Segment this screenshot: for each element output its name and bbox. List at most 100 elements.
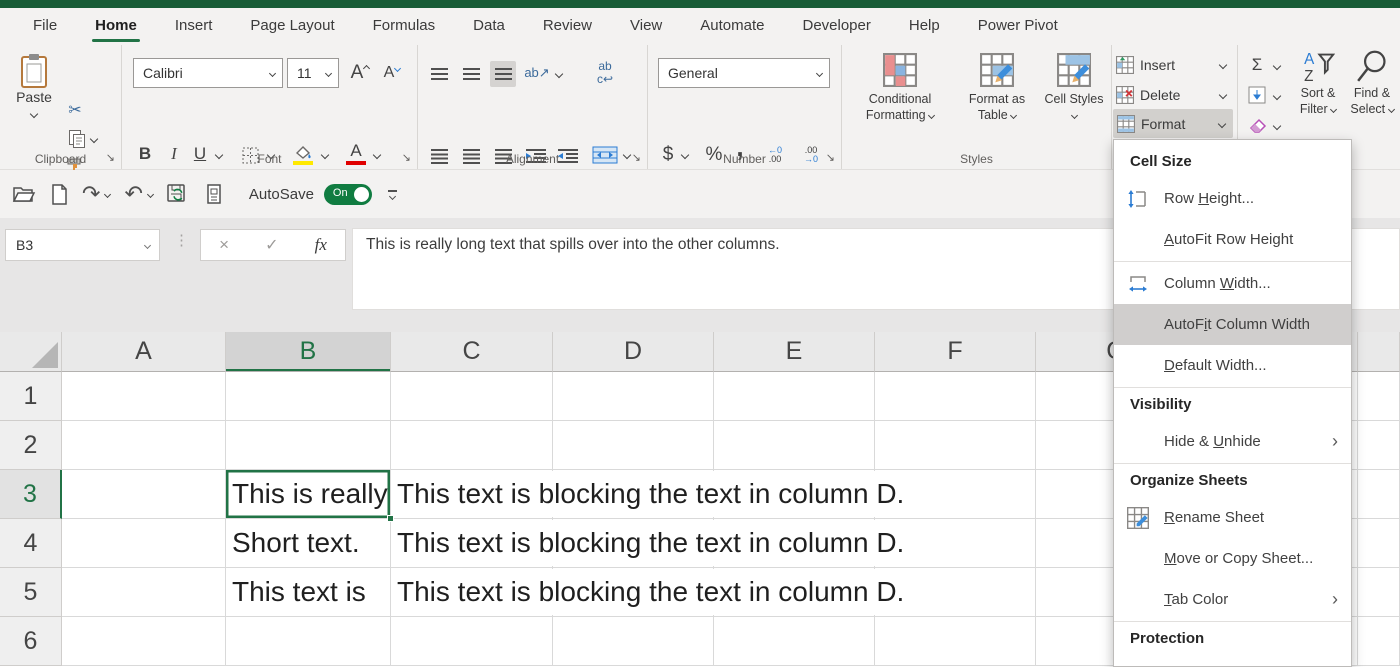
find-select-button[interactable]: Find & Select (1346, 49, 1398, 117)
insert-function-icon[interactable]: fx (315, 235, 327, 255)
cell-C2[interactable] (391, 421, 553, 470)
tab-review[interactable]: Review (524, 8, 611, 45)
column-header-F[interactable]: F (875, 332, 1036, 372)
cell-B5[interactable]: This text is (226, 568, 391, 617)
cell-C5[interactable]: This text is blocking the text in column… (391, 568, 553, 617)
customize-qat-button[interactable] (388, 190, 397, 199)
cell-B4[interactable]: Short text. (226, 519, 391, 568)
menu-item-tab-color[interactable]: Tab Color › (1114, 579, 1351, 620)
cell-B1[interactable] (226, 372, 391, 421)
cell-I3[interactable] (1358, 470, 1400, 519)
cell-A1[interactable] (62, 372, 226, 421)
tab-developer[interactable]: Developer (783, 8, 889, 45)
copy-button[interactable] (62, 127, 102, 151)
alignment-dialog-launcher[interactable]: ↘ (632, 151, 641, 164)
select-all-corner[interactable] (0, 332, 62, 372)
cell-C4[interactable]: This text is blocking the text in column… (391, 519, 553, 568)
clear-button[interactable] (1244, 113, 1270, 137)
tab-view[interactable]: View (611, 8, 681, 45)
column-header-B[interactable]: B (226, 332, 391, 372)
cell-D6[interactable] (553, 617, 714, 666)
format-cells-button[interactable]: Format (1113, 109, 1233, 138)
clear-chevron-icon[interactable] (1273, 122, 1281, 130)
cancel-icon[interactable]: × (219, 235, 229, 255)
cell-A5[interactable] (62, 568, 226, 617)
row-header-4[interactable]: 4 (0, 519, 62, 568)
cell-C3[interactable]: This text is blocking the text in column… (391, 470, 553, 519)
autosave-toggle[interactable]: On (324, 184, 372, 205)
cell-F2[interactable] (875, 421, 1036, 470)
fill-button[interactable] (1244, 83, 1270, 107)
conditional-formatting-button[interactable]: Conditional Formatting (850, 53, 950, 123)
row-header-1[interactable]: 1 (0, 372, 62, 421)
delete-cells-button[interactable]: Delete (1116, 81, 1234, 108)
cell-F1[interactable] (875, 372, 1036, 421)
tab-power-pivot[interactable]: Power Pivot (959, 8, 1077, 45)
new-file-button[interactable] (50, 184, 68, 205)
cell-A2[interactable] (62, 421, 226, 470)
tab-formulas[interactable]: Formulas (354, 8, 455, 45)
column-header-A[interactable]: A (62, 332, 226, 372)
wrap-text-button[interactable]: ab c↩ (590, 55, 620, 91)
menu-item-default-width[interactable]: Default Width... (1114, 345, 1351, 386)
number-dialog-launcher[interactable]: ↘ (826, 151, 835, 164)
column-header-D[interactable]: D (553, 332, 714, 372)
format-as-table-button[interactable]: Format as Table (954, 53, 1040, 123)
cell-C6[interactable] (391, 617, 553, 666)
row-header-6[interactable]: 6 (0, 617, 62, 666)
cell-A6[interactable] (62, 617, 226, 666)
increase-font-size-button[interactable]: A (346, 59, 374, 87)
autosum-button[interactable]: Σ (1244, 53, 1270, 77)
cell-E2[interactable] (714, 421, 875, 470)
font-size-combo[interactable]: 11 (287, 58, 339, 88)
cell-I5[interactable] (1358, 568, 1400, 617)
enter-icon[interactable]: ✓ (265, 235, 278, 255)
menu-item-column-width[interactable]: Column Width... (1114, 263, 1351, 304)
cell-A4[interactable] (62, 519, 226, 568)
font-dialog-launcher[interactable]: ↘ (402, 151, 411, 164)
tab-home[interactable]: Home (76, 8, 156, 45)
sort-filter-button[interactable]: A Z Sort & Filter (1292, 49, 1344, 117)
fill-chevron-icon[interactable] (1273, 92, 1281, 100)
name-box[interactable]: B3 (5, 229, 160, 261)
formula-bar-grip-icon[interactable]: ⋮ (174, 231, 189, 249)
column-header-C[interactable]: C (391, 332, 553, 372)
cell-E1[interactable] (714, 372, 875, 421)
orientation-chevron-icon[interactable] (555, 70, 563, 78)
align-bottom-button[interactable] (490, 61, 516, 87)
cell-F6[interactable] (875, 617, 1036, 666)
tab-help[interactable]: Help (890, 8, 959, 45)
cell-I2[interactable] (1358, 421, 1400, 470)
tab-file[interactable]: File (14, 8, 76, 45)
cell-I4[interactable] (1358, 519, 1400, 568)
font-name-combo[interactable]: Calibri (133, 58, 283, 88)
align-top-button[interactable] (426, 61, 452, 87)
autosum-chevron-icon[interactable] (1273, 62, 1281, 70)
menu-item-autofit-column-width[interactable]: AutoFit Column Width (1114, 304, 1351, 345)
align-middle-button[interactable] (458, 61, 484, 87)
tab-automate[interactable]: Automate (681, 8, 783, 45)
undo-button[interactable]: ↶ (124, 181, 152, 207)
print-preview-button[interactable] (204, 184, 224, 205)
cut-button[interactable]: ✂ (62, 99, 88, 121)
fill-handle[interactable] (387, 515, 394, 522)
menu-item-move-copy-sheet[interactable]: Move or Copy Sheet... (1114, 538, 1351, 579)
number-format-combo[interactable]: General (658, 58, 830, 88)
insert-cells-button[interactable]: Insert (1116, 51, 1234, 78)
row-header-3[interactable]: 3 (0, 470, 62, 519)
redo-button[interactable]: ↷ (82, 181, 110, 207)
clipboard-dialog-launcher[interactable]: ↘ (106, 151, 115, 164)
cell-C1[interactable] (391, 372, 553, 421)
tab-insert[interactable]: Insert (156, 8, 232, 45)
cell-D1[interactable] (553, 372, 714, 421)
menu-item-rename-sheet[interactable]: Rename Sheet (1114, 497, 1351, 538)
column-header-E[interactable]: E (714, 332, 875, 372)
cell-B3[interactable]: This is really long text that spills ove… (226, 470, 391, 519)
decrease-font-size-button[interactable]: A (378, 59, 406, 87)
cell-styles-button[interactable]: Cell Styles (1042, 53, 1106, 123)
cell-B2[interactable] (226, 421, 391, 470)
menu-item-autofit-row-height[interactable]: AutoFit Row Height (1114, 219, 1351, 260)
orientation-button[interactable]: ab↗ (522, 59, 552, 87)
cell-I1[interactable] (1358, 372, 1400, 421)
cell-B6[interactable] (226, 617, 391, 666)
